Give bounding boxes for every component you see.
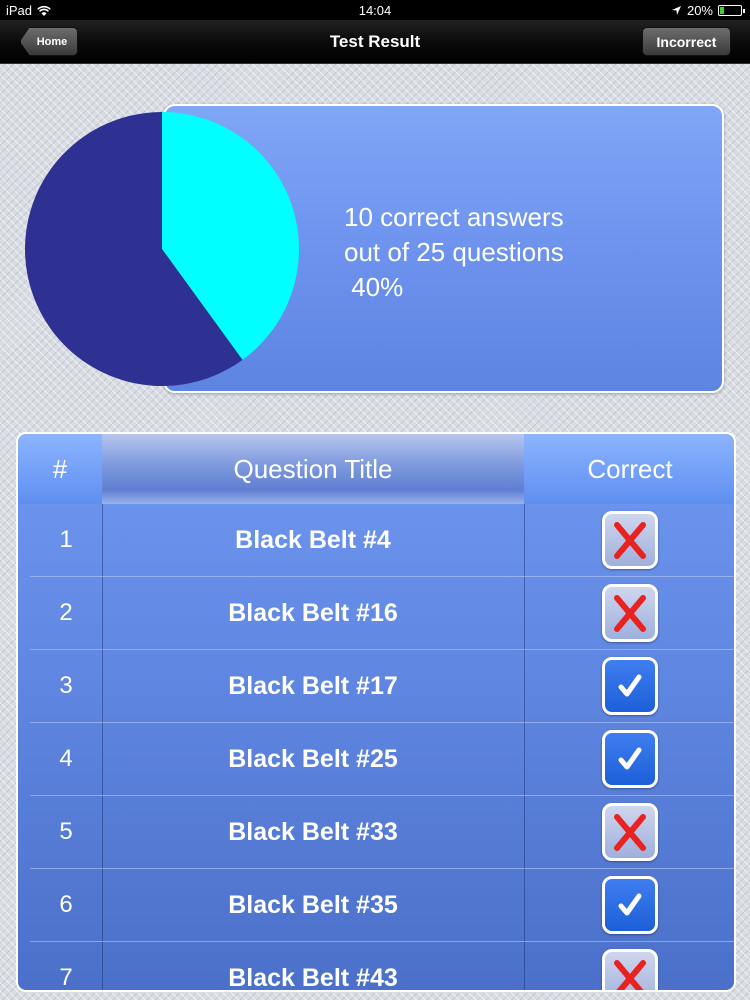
row-correct-cell xyxy=(524,869,734,941)
results-table: # Question Title Correct 1 Black Belt #4 2… xyxy=(16,432,736,992)
row-correct-cell xyxy=(524,942,734,990)
row-correct-cell xyxy=(524,796,734,868)
location-arrow-icon xyxy=(671,6,681,15)
row-question-title: Black Belt #43 xyxy=(228,963,398,992)
header-correct: Correct xyxy=(587,453,673,484)
row-correct-cell xyxy=(524,650,734,722)
row-question-title: Black Belt #33 xyxy=(228,817,398,846)
summary-correct-count: 10 correct answers xyxy=(344,202,564,232)
row-number: 6 xyxy=(59,891,73,918)
table-header: # Question Title Correct xyxy=(18,434,734,504)
row-question-title: Black Belt #17 xyxy=(228,671,398,700)
correct-checkmark-icon xyxy=(602,730,658,788)
summary-question-count: out of 25 questions xyxy=(344,237,564,267)
table-row[interactable]: 6 Black Belt #35 xyxy=(30,869,734,942)
row-correct-cell xyxy=(524,577,734,649)
row-question-title: Black Belt #25 xyxy=(228,744,398,773)
page-title: Test Result xyxy=(329,32,421,51)
incorrect-filter-button[interactable]: Incorrect xyxy=(642,27,731,56)
navigation-bar: Home Test Result Incorrect xyxy=(0,20,750,64)
correct-checkmark-icon xyxy=(602,657,658,715)
incorrect-x-icon xyxy=(602,511,658,569)
summary-percentage: 40% xyxy=(344,272,404,302)
row-question-title: Black Belt #4 xyxy=(235,525,391,554)
table-row[interactable]: 2 Black Belt #16 xyxy=(30,577,734,650)
header-number: # xyxy=(52,453,68,484)
table-row[interactable]: 3 Black Belt #17 xyxy=(30,650,734,723)
table-row[interactable]: 4 Black Belt #25 xyxy=(30,723,734,796)
status-bar: iPad 14:04 20% xyxy=(0,0,750,20)
row-number: 3 xyxy=(59,672,73,699)
table-row[interactable]: 7 Black Belt #43 xyxy=(30,942,734,992)
battery-level xyxy=(720,7,724,14)
incorrect-x-icon xyxy=(602,584,658,642)
incorrect-x-icon xyxy=(602,949,658,990)
correct-checkmark-icon xyxy=(602,876,658,934)
row-correct-cell xyxy=(524,504,734,576)
row-correct-cell xyxy=(524,723,734,795)
battery-percent: 20% xyxy=(686,3,713,18)
battery-icon xyxy=(718,5,745,16)
status-time: 14:04 xyxy=(358,3,392,18)
row-number: 5 xyxy=(59,818,73,845)
result-summary-text: 10 correct answers out of 25 questions 4… xyxy=(344,200,564,305)
row-question-title: Black Belt #16 xyxy=(228,598,398,627)
table-rows: 1 Black Belt #4 2 Black Belt #16 3 Black Belt… xyxy=(30,504,734,992)
incorrect-x-icon xyxy=(602,803,658,861)
row-number: 7 xyxy=(59,964,73,991)
row-number: 4 xyxy=(59,745,73,772)
row-question-title: Black Belt #35 xyxy=(228,890,398,919)
result-pie-chart xyxy=(24,112,299,387)
table-row[interactable]: 1 Black Belt #4 xyxy=(30,504,734,577)
row-number: 2 xyxy=(59,599,73,626)
table-row[interactable]: 5 Black Belt #33 xyxy=(30,796,734,869)
header-question-title: Question Title xyxy=(102,434,524,504)
row-number: 1 xyxy=(59,526,73,553)
